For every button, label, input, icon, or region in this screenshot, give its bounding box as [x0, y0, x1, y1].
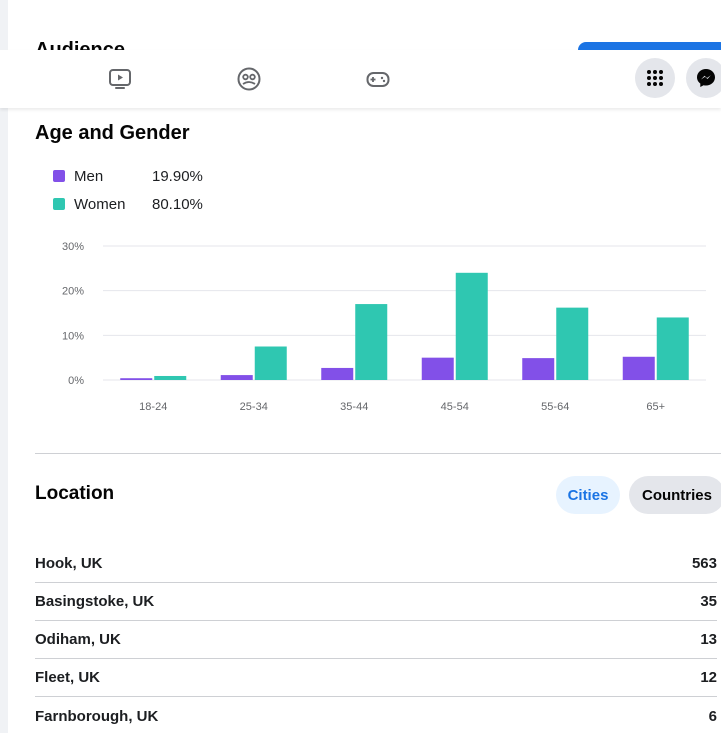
location-count: 13: [700, 631, 717, 648]
location-row: Fleet, UK 12: [35, 659, 717, 697]
menu-grid-icon[interactable]: [635, 58, 675, 98]
bar-women-25-34[interactable]: [254, 346, 287, 381]
bar-women-55-64[interactable]: [556, 307, 589, 380]
location-row: Hook, UK 563: [35, 545, 717, 583]
legend-label: Women: [74, 195, 126, 213]
x-tick-label: 25-34: [240, 401, 268, 413]
x-tick-label: 65+: [646, 401, 665, 413]
location-name: Fleet, UK: [35, 669, 101, 686]
location-name: Hook, UK: [35, 555, 103, 572]
bar-men-55-64[interactable]: [522, 358, 555, 380]
location-count: 35: [700, 593, 717, 610]
section-divider: [35, 453, 721, 454]
women-swatch: [53, 198, 65, 210]
location-name: Basingstoke, UK: [35, 593, 155, 610]
location-row: Farnborough, UK 6: [35, 697, 717, 735]
location-count: 6: [708, 707, 717, 725]
tab-countries[interactable]: Countries: [629, 476, 721, 514]
bar-women-45-54[interactable]: [455, 272, 488, 380]
bar-men-65+[interactable]: [622, 356, 655, 380]
gaming-icon[interactable]: [365, 66, 391, 92]
bar-men-25-34[interactable]: [220, 375, 253, 380]
x-tick-label: 18-24: [139, 401, 167, 413]
y-tick-label: 20%: [62, 286, 84, 298]
x-tick-label: 55-64: [541, 401, 569, 413]
location-title: Location: [35, 483, 115, 504]
location-row: Basingstoke, UK 35: [35, 583, 717, 621]
legend-value: 19.90%: [152, 167, 203, 185]
bar-men-18-24[interactable]: [120, 378, 153, 380]
y-tick-label: 10%: [62, 330, 84, 342]
age-gender-title: Age and Gender: [35, 122, 190, 144]
bar-women-65+[interactable]: [656, 317, 689, 380]
location-name: Farnborough, UK: [35, 707, 159, 725]
location-name: Odiham, UK: [35, 631, 121, 648]
x-tick-label: 35-44: [340, 401, 368, 413]
men-swatch: [53, 170, 65, 182]
groups-icon[interactable]: [236, 66, 262, 92]
location-row: Odiham, UK 13: [35, 621, 717, 659]
location-count: 563: [691, 555, 717, 572]
chart-legend: Men 19.90% Women 80.10%: [53, 165, 203, 221]
legend-item-women: Women 80.10%: [53, 193, 203, 215]
tab-cities[interactable]: Cities: [556, 476, 620, 514]
y-tick-label: 30%: [62, 241, 84, 253]
y-tick-label: 0%: [68, 375, 84, 387]
legend-value: 80.10%: [152, 195, 203, 213]
location-count: 12: [700, 669, 717, 686]
age-gender-chart: 0% 10% 20% 30% 18-24 25-34 35-44 45-54 55-64 65+: [62, 241, 706, 413]
bar-men-35-44[interactable]: [321, 367, 354, 380]
location-list: Hook, UK 563 Basingstoke, UK 35 Odiham, UK 13…: [35, 545, 717, 735]
x-tick-label: 45-54: [441, 401, 469, 413]
legend-item-men: Men 19.90%: [53, 165, 203, 187]
legend-label: Men: [74, 167, 104, 185]
audience-heading: Audience: [35, 38, 125, 50]
bar-women-18-24[interactable]: [154, 375, 187, 380]
bar-women-35-44[interactable]: [355, 304, 388, 380]
bar-men-45-54[interactable]: [421, 357, 454, 380]
top-navbar: [0, 50, 721, 108]
messenger-icon[interactable]: [686, 58, 721, 98]
audience-heading-text: Audience: [35, 39, 126, 50]
video-icon[interactable]: [107, 66, 133, 92]
